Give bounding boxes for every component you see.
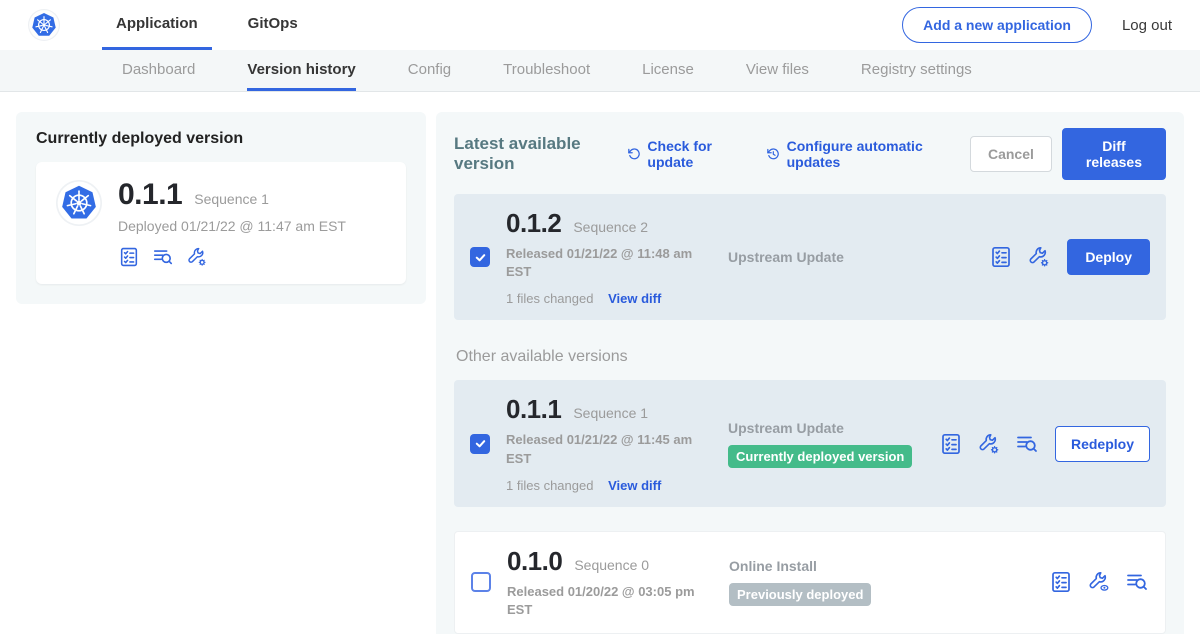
released-timestamp: Released 01/20/22 @ 03:05 pm EST (507, 583, 703, 619)
deployed-version-number: 0.1.1 (118, 178, 182, 212)
version-checkbox-0-1-2[interactable] (470, 247, 490, 267)
deployed-version-card: 0.1.1 Sequence 1 Deployed 01/21/22 @ 11:… (36, 162, 406, 284)
view-logs-icon[interactable] (152, 246, 174, 268)
files-changed-label: 1 files changed (506, 291, 593, 306)
check-for-update-link[interactable]: Check for update (627, 138, 740, 170)
tab-application[interactable]: Application (102, 0, 212, 50)
version-number: 0.1.0 (507, 546, 562, 577)
deploy-button[interactable]: Deploy (1067, 239, 1150, 275)
latest-version-title: Latest available version (454, 134, 611, 174)
row-spacer (454, 507, 1166, 531)
preflight-checks-icon[interactable] (939, 432, 963, 456)
view-logs-icon[interactable] (1125, 570, 1149, 594)
configure-updates-link[interactable]: Configure automatic updates (766, 138, 944, 170)
version-number: 0.1.1 (506, 394, 561, 425)
version-number: 0.1.2 (506, 208, 561, 239)
history-panel-header: Latest available version Check for updat… (454, 128, 1166, 180)
subnav-troubleshoot[interactable]: Troubleshoot (503, 50, 590, 91)
sequence-label: Sequence 2 (573, 219, 648, 235)
view-diff-link[interactable]: View diff (608, 291, 661, 306)
released-timestamp: Released 01/21/22 @ 11:45 am EST (506, 431, 702, 467)
subnav-registry-settings[interactable]: Registry settings (861, 50, 972, 91)
files-changed-label: 1 files changed (506, 478, 593, 493)
configure-updates-label: Configure automatic updates (787, 138, 944, 170)
version-row-0-1-2: 0.1.2 Sequence 2 Released 01/21/22 @ 11:… (454, 194, 1166, 320)
check-for-update-label: Check for update (647, 138, 740, 170)
diff-releases-button[interactable]: Diff releases (1062, 128, 1166, 180)
top-nav: Application GitOps Add a new application… (0, 0, 1200, 50)
version-history-panel: Latest available version Check for updat… (436, 112, 1184, 634)
tab-gitops[interactable]: GitOps (234, 0, 312, 50)
version-checkbox-0-1-0[interactable] (471, 572, 491, 592)
logout-button[interactable]: Log out (1122, 17, 1172, 34)
subnav-version-history[interactable]: Version history (247, 50, 355, 91)
sequence-label: Sequence 1 (573, 405, 648, 421)
preflight-checks-icon[interactable] (1049, 570, 1073, 594)
refresh-icon (627, 145, 642, 163)
previously-deployed-badge: Previously deployed (729, 583, 871, 606)
preflight-checks-icon[interactable] (989, 245, 1013, 269)
subnav-view-files[interactable]: View files (746, 50, 809, 91)
view-diff-link[interactable]: View diff (608, 478, 661, 493)
cancel-button[interactable]: Cancel (970, 136, 1052, 172)
version-source-label: Online Install (729, 558, 1049, 574)
deployed-sequence-label: Sequence 1 (194, 191, 269, 207)
add-application-button[interactable]: Add a new application (902, 7, 1092, 43)
clock-refresh-icon (766, 145, 781, 163)
other-versions-title: Other available versions (454, 348, 1166, 366)
edit-config-icon[interactable] (977, 432, 1001, 456)
edit-config-icon[interactable] (1027, 245, 1051, 269)
version-source-label: Upstream Update (728, 420, 939, 436)
subnav-license[interactable]: License (642, 50, 694, 91)
sequence-label: Sequence 0 (574, 557, 649, 573)
currently-deployed-title: Currently deployed version (36, 130, 406, 148)
subnav-dashboard[interactable]: Dashboard (122, 50, 195, 91)
currently-deployed-badge: Currently deployed version (728, 445, 912, 468)
main-content: Currently deployed version (0, 92, 1200, 634)
edit-config-icon[interactable] (186, 246, 208, 268)
version-row-0-1-1: 0.1.1 Sequence 1 Released 01/21/22 @ 11:… (454, 380, 1166, 506)
subnav-config[interactable]: Config (408, 50, 451, 91)
released-timestamp: Released 01/21/22 @ 11:48 am EST (506, 245, 702, 281)
view-logs-icon[interactable] (1015, 432, 1039, 456)
redeploy-button[interactable]: Redeploy (1055, 426, 1150, 462)
currently-deployed-panel: Currently deployed version (16, 112, 426, 304)
preflight-checks-icon[interactable] (118, 246, 140, 268)
view-config-icon[interactable] (1087, 570, 1111, 594)
app-sub-nav: Dashboard Version history Config Trouble… (0, 50, 1200, 92)
version-checkbox-0-1-1[interactable] (470, 434, 490, 454)
version-row-0-1-0: 0.1.0 Sequence 0 Released 01/20/22 @ 03:… (454, 531, 1166, 634)
version-source-label: Upstream Update (728, 249, 989, 265)
deployed-timestamp: Deployed 01/21/22 @ 11:47 am EST (118, 218, 346, 234)
kubernetes-logo (28, 9, 60, 41)
topnav-spacer (334, 0, 902, 50)
kubernetes-app-icon (56, 180, 102, 226)
